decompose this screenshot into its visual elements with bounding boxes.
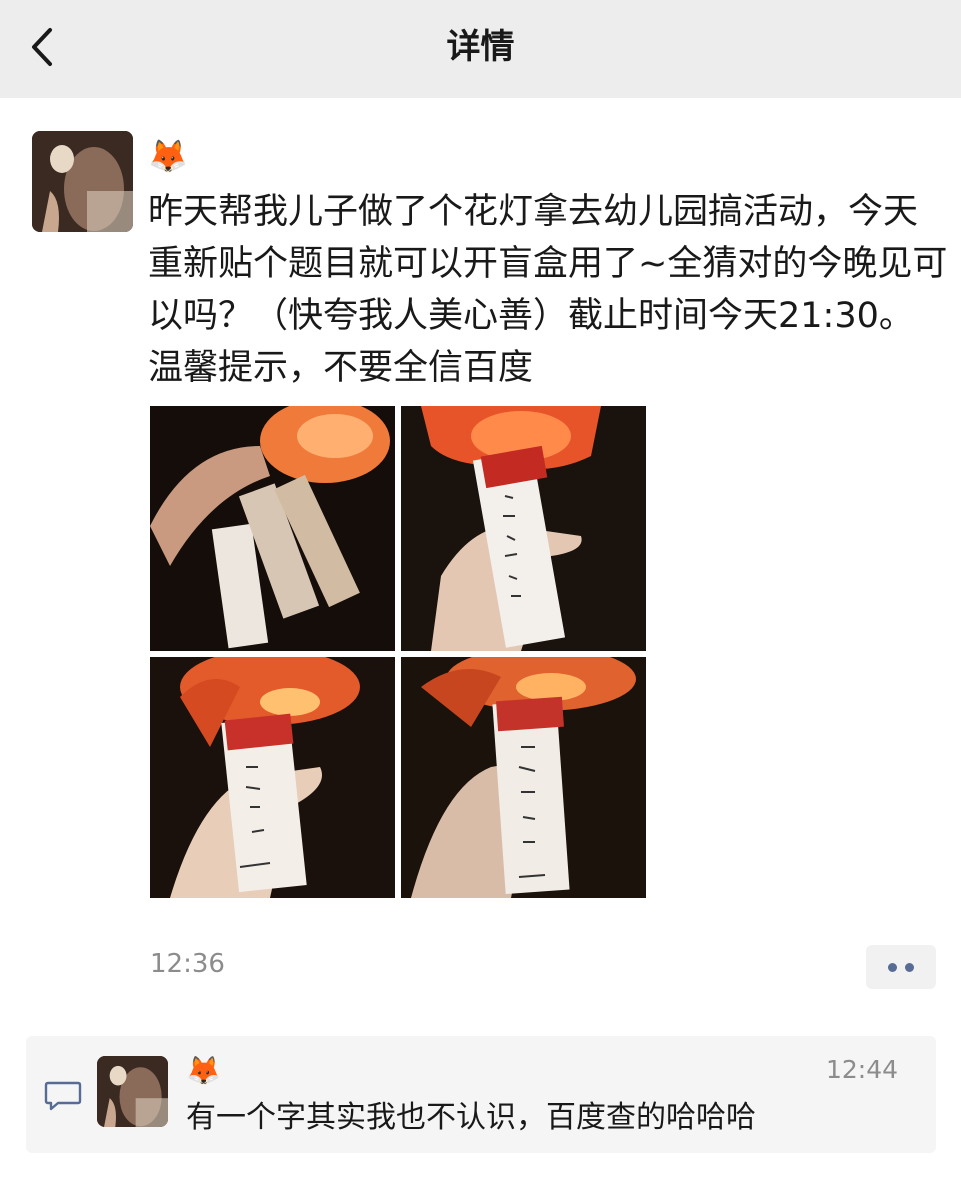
top-bar: 详情 <box>0 0 961 98</box>
lantern-photo-3[interactable] <box>150 657 395 898</box>
more-dots-icon <box>888 963 897 972</box>
commenter-name[interactable]: 🦊 <box>186 1053 221 1089</box>
page-title: 详情 <box>446 27 515 67</box>
comment-icon <box>44 1081 82 1111</box>
comment-timestamp: 12:44 <box>826 1055 899 1084</box>
more-dots-icon <box>905 963 914 972</box>
comment-text[interactable]: 有一个字其实我也不认识，百度查的哈哈哈 <box>186 1098 756 1138</box>
post-content: 昨天帮我儿子做了个花灯拿去幼儿园搞活动，今天重新贴个题目就可以开盲盒用了~全猜对… <box>148 192 948 388</box>
lantern-photo-4[interactable] <box>401 657 646 898</box>
post-author-name[interactable]: 🦊 <box>148 136 188 176</box>
post-timestamp: 12:36 <box>150 949 225 979</box>
more-actions-button[interactable] <box>866 945 936 989</box>
lantern-photo-2[interactable] <box>401 406 646 651</box>
commenter-avatar[interactable] <box>97 1056 168 1127</box>
lantern-photo-1[interactable] <box>150 406 395 651</box>
post-author-avatar[interactable] <box>32 131 133 232</box>
